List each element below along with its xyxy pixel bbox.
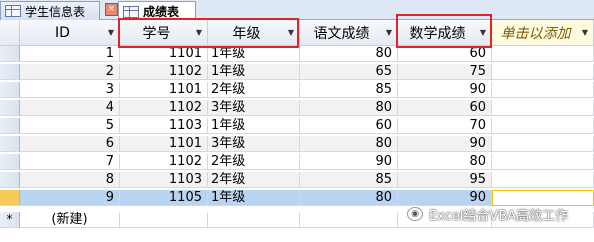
- cell-grade[interactable]: 2年级: [208, 154, 300, 170]
- cell-grade[interactable]: 1年级: [208, 46, 300, 62]
- record-selector[interactable]: [0, 100, 20, 116]
- cell-add[interactable]: [492, 82, 594, 98]
- table-row[interactable]: 5 1103 1年级 60 70: [0, 118, 594, 134]
- tab-label: 学生信息表: [25, 4, 86, 19]
- cell-add[interactable]: [492, 118, 594, 134]
- table-row[interactable]: 4 1102 3年级 80 60: [0, 100, 594, 116]
- cell-chinese[interactable]: 80: [300, 46, 398, 62]
- tab-student-info[interactable]: 学生信息表: [0, 1, 100, 20]
- record-selector[interactable]: [0, 64, 20, 80]
- chevron-down-icon[interactable]: ▼: [477, 28, 489, 37]
- cell-student-no[interactable]: 1105: [120, 190, 208, 206]
- record-selector[interactable]: [0, 172, 20, 188]
- cell-grade[interactable]: 1年级: [208, 190, 300, 206]
- cell-student-no[interactable]: 1101: [120, 46, 208, 62]
- cell-grade[interactable]: 2年级: [208, 172, 300, 188]
- tab-label: 成绩表: [143, 5, 180, 19]
- cell-grade[interactable]: 2年级: [208, 82, 300, 98]
- chevron-down-icon[interactable]: ▼: [579, 28, 591, 37]
- table-icon: [5, 5, 21, 17]
- cell-student-no[interactable]: [120, 212, 208, 228]
- watermark: ◉ Excel结合VBA高效工作: [407, 206, 569, 224]
- document-tab-bar: 学生信息表 成绩表 ×: [0, 0, 594, 21]
- cell-add[interactable]: [492, 46, 594, 62]
- tab-scores[interactable]: 成绩表: [118, 1, 196, 21]
- chevron-down-icon[interactable]: ▼: [285, 28, 297, 37]
- cell-student-no[interactable]: 1102: [120, 100, 208, 116]
- record-selector[interactable]: [0, 118, 20, 134]
- record-selector[interactable]: [0, 154, 20, 170]
- cell-math[interactable]: 70: [398, 118, 492, 134]
- chevron-down-icon[interactable]: ▼: [105, 28, 117, 37]
- table-row[interactable]: 8 1103 2年级 85 95: [0, 172, 594, 188]
- record-selector[interactable]: [0, 82, 20, 98]
- record-selector[interactable]: [0, 136, 20, 152]
- close-icon[interactable]: ×: [105, 3, 118, 16]
- cell-add[interactable]: [492, 154, 594, 170]
- column-header-id[interactable]: ID ▼: [20, 20, 120, 46]
- cell-student-no[interactable]: 1103: [120, 118, 208, 134]
- cell-add[interactable]: [492, 100, 594, 116]
- cell-student-no[interactable]: 1102: [120, 154, 208, 170]
- cell-math[interactable]: 80: [398, 154, 492, 170]
- cell-id[interactable]: 6: [20, 136, 120, 152]
- cell-id[interactable]: 8: [20, 172, 120, 188]
- cell-id[interactable]: 2: [20, 64, 120, 80]
- column-header-chinese[interactable]: 语文成绩 ▼: [300, 20, 398, 46]
- cell-chinese[interactable]: 80: [300, 190, 398, 206]
- cell-math[interactable]: 60: [398, 100, 492, 116]
- cell-id[interactable]: 3: [20, 82, 120, 98]
- cell-chinese[interactable]: 90: [300, 154, 398, 170]
- new-record-marker: *: [0, 212, 20, 228]
- chevron-down-icon[interactable]: ▼: [383, 28, 395, 37]
- cell-student-no[interactable]: 1101: [120, 82, 208, 98]
- cell-math[interactable]: 90: [398, 136, 492, 152]
- record-selector[interactable]: [0, 190, 20, 206]
- cell-chinese[interactable]: [300, 212, 398, 228]
- cell-chinese[interactable]: 80: [300, 100, 398, 116]
- cell-chinese[interactable]: 65: [300, 64, 398, 80]
- cell-grade[interactable]: 1年级: [208, 64, 300, 80]
- cell-math[interactable]: 95: [398, 172, 492, 188]
- cell-student-no[interactable]: 1101: [120, 136, 208, 152]
- cell-chinese[interactable]: 85: [300, 82, 398, 98]
- cell-student-no[interactable]: 1102: [120, 64, 208, 80]
- chevron-down-icon[interactable]: ▼: [193, 28, 205, 37]
- cell-math[interactable]: 90: [398, 82, 492, 98]
- cell-grade[interactable]: 1年级: [208, 118, 300, 134]
- cell-id[interactable]: 1: [20, 46, 120, 62]
- cell-student-no[interactable]: 1103: [120, 172, 208, 188]
- cell-id[interactable]: 5: [20, 118, 120, 134]
- cell-id[interactable]: 9: [20, 190, 120, 206]
- cell-grade[interactable]: 3年级: [208, 100, 300, 116]
- cell-grade[interactable]: 3年级: [208, 136, 300, 152]
- cell-grade[interactable]: [208, 212, 300, 228]
- table-icon: [123, 5, 139, 18]
- wechat-icon: ◉: [407, 207, 423, 221]
- cell-math[interactable]: 60: [398, 46, 492, 62]
- column-header-student-no[interactable]: 学号 ▼: [120, 20, 208, 46]
- table-row[interactable]: 7 1102 2年级 90 80: [0, 154, 594, 170]
- table-row[interactable]: 1 1101 1年级 80 60: [0, 46, 594, 62]
- table-row[interactable]: 3 1101 2年级 85 90: [0, 82, 594, 98]
- column-header-add[interactable]: 单击以添加 ▼: [492, 20, 594, 46]
- cell-add[interactable]: [492, 172, 594, 188]
- column-header-math[interactable]: 数学成绩 ▼: [398, 20, 492, 46]
- cell-id[interactable]: 4: [20, 100, 120, 116]
- cell-id[interactable]: 7: [20, 154, 120, 170]
- new-record-label: (新建): [20, 212, 120, 228]
- table-row[interactable]: 2 1102 1年级 65 75: [0, 64, 594, 80]
- select-all-corner[interactable]: [0, 20, 20, 46]
- table-row[interactable]: 6 1101 3年级 80 90: [0, 136, 594, 152]
- cell-math[interactable]: 75: [398, 64, 492, 80]
- watermark-text: Excel结合VBA高效工作: [429, 208, 569, 224]
- cell-chinese[interactable]: 80: [300, 136, 398, 152]
- cell-chinese[interactable]: 60: [300, 118, 398, 134]
- record-selector[interactable]: [0, 46, 20, 62]
- cell-chinese[interactable]: 85: [300, 172, 398, 188]
- cell-add[interactable]: [492, 136, 594, 152]
- cell-add[interactable]: [492, 64, 594, 80]
- column-header-grade[interactable]: 年级 ▼: [208, 20, 300, 46]
